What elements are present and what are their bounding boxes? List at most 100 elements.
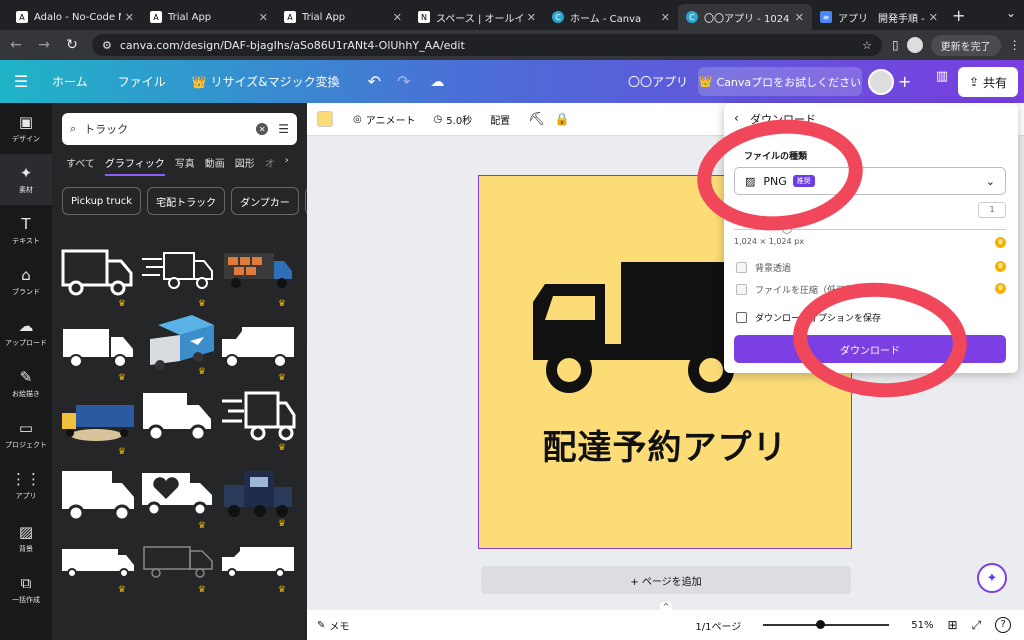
close-tab-icon[interactable]: ✕ <box>259 11 268 24</box>
grid-view-icon[interactable]: ⊞ <box>948 618 958 632</box>
tab-audio[interactable]: オ <box>265 155 275 176</box>
color-swatch[interactable] <box>317 111 333 127</box>
clear-icon[interactable]: ✕ <box>256 123 269 135</box>
profile-icon[interactable] <box>906 37 923 53</box>
search-input[interactable]: ⌕ トラック ✕ ☰ <box>62 113 297 145</box>
site-info-icon[interactable]: ⚙ <box>102 39 112 52</box>
reload-icon[interactable]: ↻ <box>60 37 84 53</box>
zoom-slider-knob[interactable] <box>815 620 825 629</box>
paint-roller-icon[interactable]: ⛏ <box>528 112 545 127</box>
rail-item-background[interactable]: ▨ 背景 <box>0 513 52 564</box>
side-panel-icon[interactable]: ▯ <box>892 38 899 52</box>
size-slider-knob[interactable] <box>782 224 792 234</box>
file-menu[interactable]: ファイル <box>118 73 166 90</box>
size-input[interactable]: 1 <box>978 202 1006 218</box>
try-pro-button[interactable]: 👑 Canvaプロをお試しください <box>698 67 862 96</box>
magic-assistant-icon[interactable]: ✦ <box>977 563 1007 593</box>
checkbox[interactable] <box>736 312 747 323</box>
download-button[interactable]: ダウンロード <box>734 335 1006 363</box>
semi-truck-photo-graphic[interactable]: ♛ <box>220 463 296 529</box>
avatar[interactable] <box>868 69 894 95</box>
chevron-right-icon[interactable]: › <box>285 155 289 176</box>
browser-tab[interactable]: A Adalo - No-Code Ma ✕ <box>8 4 142 30</box>
rail-item-bulk-create[interactable]: ⧉ 一括作成 <box>0 564 52 615</box>
browser-tab[interactable]: N スペース | オールインワ ✕ <box>410 4 544 30</box>
chip[interactable]: Pickup truck <box>62 187 142 215</box>
new-tab-button[interactable]: + <box>952 6 965 25</box>
isometric-delivery-truck-graphic[interactable]: ♛ <box>140 311 216 377</box>
transparent-bg-option[interactable]: 背景透過 <box>736 261 791 274</box>
home-button[interactable]: ホーム <box>52 73 88 90</box>
memo-button[interactable]: メモ <box>329 618 349 633</box>
chevron-down-icon[interactable]: ⌄ <box>1006 6 1016 20</box>
tab-photos[interactable]: 写真 <box>175 155 195 176</box>
box-truck-graphic[interactable]: ♛ <box>220 317 296 383</box>
browser-tab[interactable]: A Trial App ✕ <box>276 4 410 30</box>
project-name[interactable]: 〇〇アプリ <box>628 73 688 90</box>
zoom-slider[interactable] <box>763 620 890 629</box>
page-indicator[interactable]: 1/1ページ <box>695 618 741 633</box>
bookmark-star-icon[interactable]: ☆ <box>862 39 872 52</box>
animate-button[interactable]: ◎ アニメート <box>353 112 416 127</box>
truck-outline-graphic[interactable]: ♛ <box>60 243 136 309</box>
stats-icon[interactable]: ▥ <box>930 69 954 93</box>
checkbox[interactable] <box>736 262 747 273</box>
fullscreen-icon[interactable]: ⤢ <box>972 618 982 633</box>
browser-tab[interactable]: C ホーム - Canva ✕ <box>544 4 678 30</box>
close-tab-icon[interactable]: ✕ <box>929 11 938 24</box>
truck-outline-bold-graphic[interactable] <box>140 387 216 447</box>
menu-icon[interactable]: ☰ <box>0 72 42 91</box>
semi-truck-outline-graphic[interactable]: ♛ <box>140 541 216 595</box>
add-member-icon[interactable]: + <box>898 72 911 91</box>
chip[interactable]: 宅配トラック <box>147 187 226 215</box>
rail-item-text[interactable]: T テキスト <box>0 205 52 256</box>
browser-tab[interactable]: A Trial App ✕ <box>142 4 276 30</box>
fast-truck-graphic[interactable]: ♛ <box>140 243 216 309</box>
rail-item-design[interactable]: ▣ デザイン <box>0 103 52 154</box>
resize-button[interactable]: リサイズ&マジック変換 <box>211 73 340 90</box>
delivery-truck-graphic[interactable]: ♛ <box>220 541 296 595</box>
compress-option[interactable]: ファイルを圧縮（低画質） <box>736 283 863 296</box>
heart-truck-graphic[interactable]: ♛ <box>140 465 216 531</box>
help-icon[interactable]: ? <box>995 617 1012 633</box>
tab-graphics[interactable]: グラフィック <box>104 155 165 176</box>
browser-tab[interactable]: ≡ アプリ 開発手順 - Go ✕ <box>812 4 946 30</box>
tab-shapes[interactable]: 図形 <box>235 155 255 176</box>
close-tab-icon[interactable]: ✕ <box>661 11 670 24</box>
white-box-truck-graphic[interactable] <box>60 465 136 525</box>
add-page-button[interactable]: + ページを追加 <box>481 566 851 594</box>
close-tab-icon[interactable]: ✕ <box>527 11 536 24</box>
tab-all[interactable]: すべて <box>66 155 95 176</box>
zoom-level[interactable]: 51% <box>911 620 933 631</box>
browser-tab-active[interactable]: C 〇〇アプリ - 1024 × 1 ✕ <box>678 4 812 30</box>
rail-item-uploads[interactable]: ☁ アップロード <box>0 307 52 358</box>
close-tab-icon[interactable]: ✕ <box>795 11 804 24</box>
memo-icon[interactable]: ✎ <box>317 620 325 631</box>
forward-arrow-icon[interactable]: → <box>32 37 56 53</box>
rail-item-projects[interactable]: ▭ プロジェクト <box>0 409 52 460</box>
redo-icon[interactable]: ↷ <box>397 72 410 91</box>
long-truck-graphic[interactable]: ♛ <box>60 541 136 595</box>
url-field[interactable]: ⚙ canva.com/design/DAF-bjagIhs/aSo86U1rA… <box>92 34 882 56</box>
more-menu-icon[interactable]: ⋮ <box>1009 38 1021 52</box>
duration-button[interactable]: ◷ 5.0秒 <box>434 112 473 127</box>
file-type-select[interactable]: ▨ PNG 推奨 ⌄ <box>734 167 1006 195</box>
filter-icon[interactable]: ☰ <box>278 122 289 136</box>
back-arrow-icon[interactable]: ‹ <box>734 111 739 125</box>
save-settings-option[interactable]: ダウンロードオプションを保存 <box>736 311 881 324</box>
cargo-truck-graphic[interactable]: ♛ <box>220 243 296 309</box>
rail-item-draw[interactable]: ✎ お絵描き <box>0 358 52 409</box>
back-arrow-icon[interactable]: ← <box>4 37 28 53</box>
rail-item-brand[interactable]: ⌂ ブランド <box>0 256 52 307</box>
update-button[interactable]: 更新を完了 <box>930 34 1001 56</box>
checkbox[interactable] <box>736 284 747 295</box>
position-button[interactable]: 配置 <box>490 112 510 127</box>
speed-truck-graphic[interactable]: ♛ <box>220 387 296 453</box>
tab-videos[interactable]: 動画 <box>205 155 225 176</box>
white-truck-graphic[interactable]: ♛ <box>60 317 136 383</box>
close-tab-icon[interactable]: ✕ <box>125 11 134 24</box>
undo-icon[interactable]: ↶ <box>368 72 381 91</box>
chip[interactable]: ダンプカー <box>231 187 299 215</box>
rail-item-elements[interactable]: ✦ 素材 <box>0 154 52 205</box>
share-button[interactable]: ⇪ 共有 <box>958 67 1018 97</box>
